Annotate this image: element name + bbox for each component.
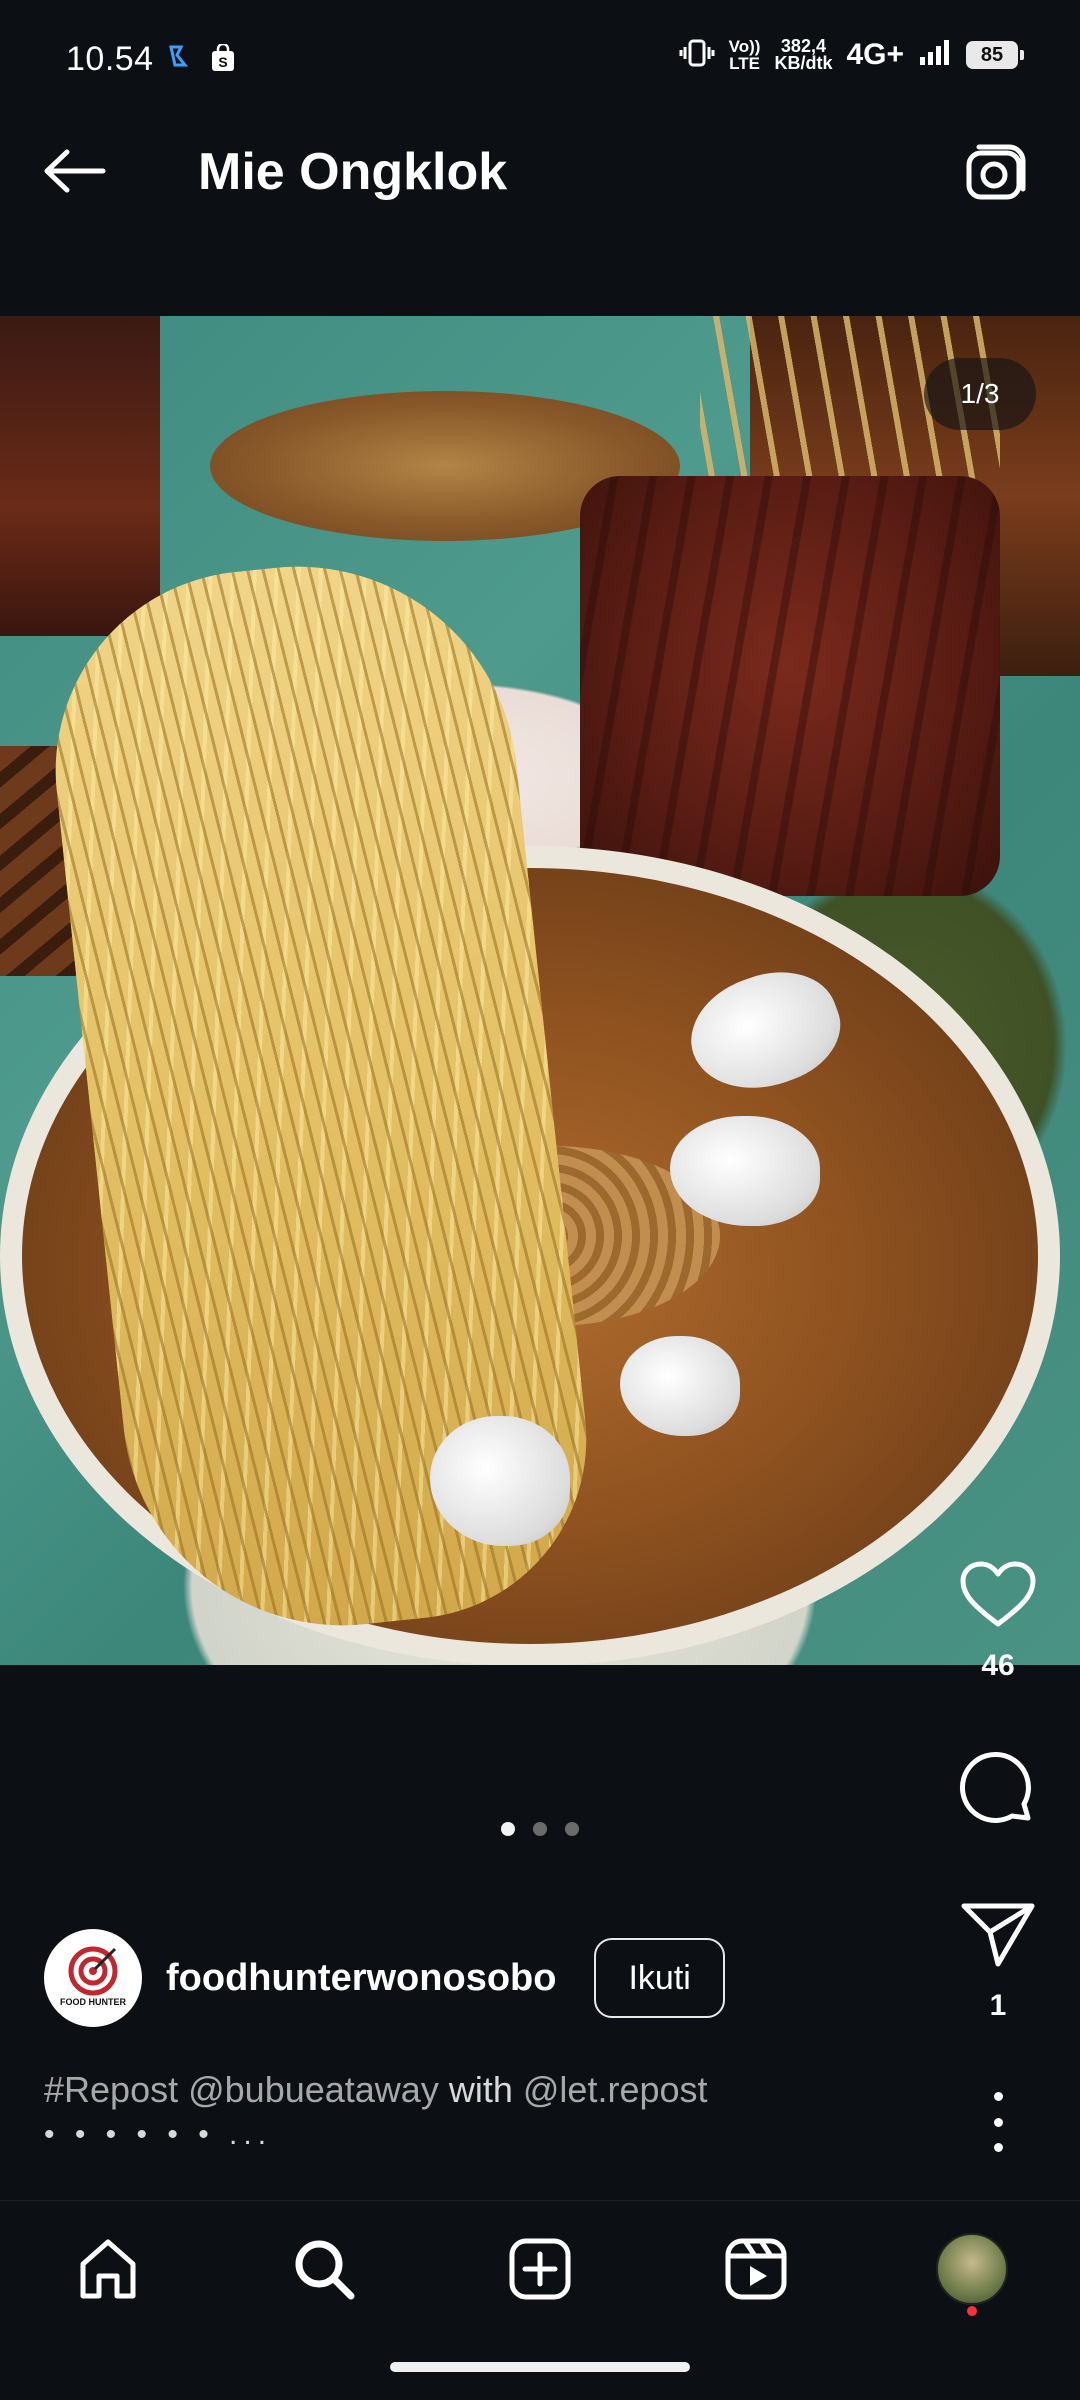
battery-indicator: 85 — [966, 41, 1024, 69]
caption-text: with — [448, 2069, 513, 2110]
author-username[interactable]: foodhunterwonosobo — [166, 1957, 556, 2000]
nav-home[interactable] — [63, 2224, 153, 2314]
page-title: Mie Ongklok — [198, 143, 508, 201]
app-screen: 10.54 S Vo)) LTE 382,4 KB/dtk 4G+ 85 Mie… — [0, 0, 1080, 2400]
app-notification-icon — [168, 44, 190, 77]
comment-icon — [960, 1752, 1031, 1823]
add-post-icon — [509, 2238, 571, 2299]
shopping-bag-icon: S — [210, 42, 236, 77]
photo-glass — [0, 316, 160, 636]
more-vertical-icon — [993, 2143, 1003, 2152]
signal-icon — [918, 39, 952, 72]
notification-dot — [967, 2305, 977, 2316]
more-options-button[interactable] — [980, 2092, 1016, 2152]
send-icon — [961, 1903, 1035, 1967]
status-time: 10.54 — [66, 40, 154, 78]
nav-reels[interactable] — [711, 2224, 801, 2314]
arrow-left-icon — [44, 149, 106, 193]
more-vertical-icon — [993, 2092, 1003, 2101]
carousel-dot[interactable] — [533, 1822, 547, 1836]
target-logo-icon — [68, 1946, 118, 1996]
follow-button[interactable]: Ikuti — [594, 1938, 725, 2018]
nav-profile[interactable] — [927, 2224, 1017, 2316]
like-button[interactable] — [958, 1560, 1038, 1635]
back-button[interactable] — [40, 136, 110, 206]
heart-icon — [960, 1561, 1036, 1627]
image-counter: 1/3 — [924, 358, 1036, 430]
home-indicator[interactable] — [390, 2362, 690, 2372]
caption-mention[interactable]: @bubueataway — [188, 2069, 439, 2110]
camera-icon — [966, 144, 1026, 200]
network-type: 4G+ — [846, 38, 904, 71]
caption-more[interactable]: • • • • • • ... — [44, 2118, 272, 2152]
profile-avatar — [936, 2232, 1008, 2305]
nav-create[interactable] — [495, 2224, 585, 2314]
nav-search[interactable] — [279, 2224, 369, 2314]
search-icon — [295, 2240, 355, 2299]
carousel-indicator — [0, 1822, 1080, 1836]
caption-hashtag[interactable]: #Repost — [44, 2069, 178, 2110]
like-action: 46 — [950, 1560, 1046, 1683]
more-vertical-icon — [993, 2117, 1003, 2127]
camera-button[interactable] — [962, 136, 1032, 206]
post-photo[interactable]: 1/3 — [0, 316, 1080, 1665]
author-row: FOOD HUNTER foodhunterwonosobo Ikuti — [44, 1928, 944, 2028]
photo-dumpling — [620, 1336, 740, 1436]
reels-icon — [725, 2238, 787, 2299]
top-app-bar: Mie Ongklok — [0, 100, 1080, 240]
home-icon — [80, 2239, 136, 2298]
share-button[interactable] — [958, 1900, 1038, 1975]
like-count: 46 — [981, 1649, 1015, 1682]
status-notification-icons: S — [168, 42, 236, 77]
author-avatar[interactable]: FOOD HUNTER — [44, 1929, 142, 2027]
network-speed: 382,4 KB/dtk — [774, 37, 833, 73]
share-action: 1 — [950, 1900, 1046, 2023]
avatar-brand-text: FOOD HUNTER — [60, 1997, 126, 2007]
bottom-navigation — [0, 2200, 1080, 2336]
network-speed-unit: KB/dtk — [774, 53, 833, 73]
status-bar: 10.54 S Vo)) LTE 382,4 KB/dtk 4G+ 85 — [0, 0, 1080, 100]
caption-mention[interactable]: @let.repost — [523, 2069, 708, 2110]
volte-indicator: Vo)) LTE — [729, 38, 761, 72]
post-caption[interactable]: #Repost @bubueataway with @let.repost — [44, 2068, 904, 2112]
photo-satay — [580, 476, 1000, 896]
status-right-icons: Vo)) LTE 382,4 KB/dtk 4G+ 85 — [679, 37, 1024, 73]
volte-line2: LTE — [729, 54, 760, 73]
volte-line1: Vo)) — [728, 37, 761, 56]
svg-text:S: S — [218, 54, 227, 70]
carousel-dot-active[interactable] — [501, 1822, 515, 1836]
photo-dumpling — [430, 1416, 570, 1546]
vibrate-icon — [679, 39, 715, 72]
carousel-dot[interactable] — [565, 1822, 579, 1836]
share-count: 1 — [989, 1989, 1007, 2022]
